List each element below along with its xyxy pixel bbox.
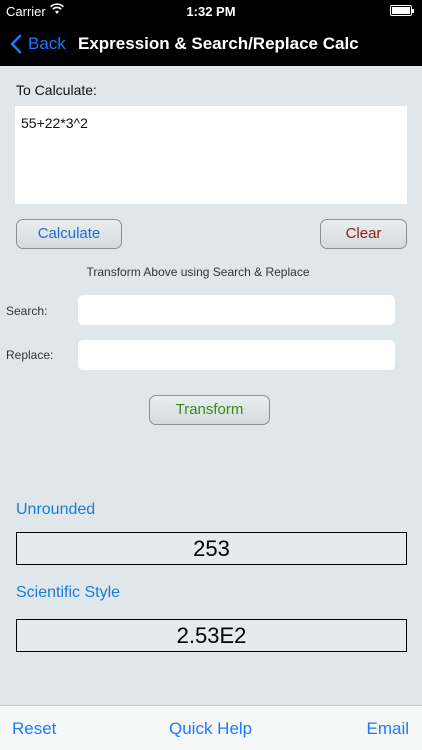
- navigation-bar: Back Expression & Search/Replace Calc: [0, 22, 422, 66]
- search-input[interactable]: [78, 295, 395, 325]
- replace-input[interactable]: [78, 340, 395, 370]
- bottom-toolbar: Reset Quick Help Email: [0, 705, 422, 750]
- transform-instructions: Transform Above using Search & Replace: [86, 265, 310, 279]
- replace-label: Replace:: [6, 348, 54, 362]
- clear-button[interactable]: Clear: [320, 219, 407, 249]
- back-button[interactable]: Back: [10, 31, 66, 57]
- scientific-result: 2.53E2: [16, 619, 407, 652]
- back-label: Back: [28, 34, 66, 53]
- transform-button[interactable]: Transform: [149, 395, 270, 425]
- expression-input[interactable]: 55+22*3^2: [15, 106, 407, 204]
- scientific-label: Scientific Style: [16, 584, 121, 601]
- email-button[interactable]: Email: [366, 719, 409, 739]
- unrounded-label: Unrounded: [16, 501, 96, 518]
- calculate-label: To Calculate:: [16, 82, 97, 98]
- search-label: Search:: [6, 304, 48, 318]
- status-bar: Carrier 1:32 PM: [0, 0, 422, 22]
- battery-level: [392, 7, 410, 14]
- battery-icon: [390, 5, 414, 16]
- chevron-left-icon: [10, 34, 22, 54]
- calculate-button[interactable]: Calculate: [16, 219, 122, 249]
- page-title: Expression & Search/Replace Calc: [78, 34, 359, 53]
- status-time: 1:32 PM: [186, 4, 236, 19]
- reset-button[interactable]: Reset: [12, 719, 56, 739]
- unrounded-result: 253: [16, 532, 407, 565]
- quick-help-button[interactable]: Quick Help: [169, 719, 252, 739]
